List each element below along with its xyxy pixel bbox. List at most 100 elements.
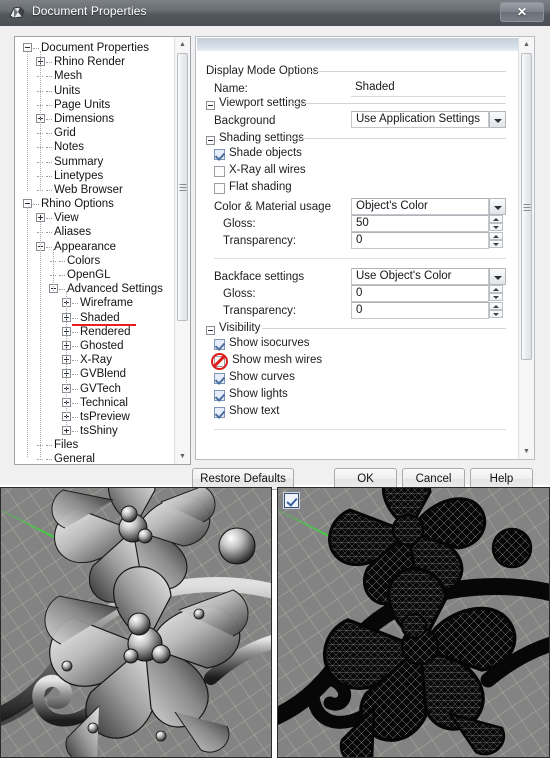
background-chevron-down-icon[interactable] [489, 111, 506, 128]
tree-item-linetypes[interactable]: Linetypes [15, 169, 175, 183]
show-lights-checkbox[interactable] [214, 390, 225, 401]
close-icon[interactable]: ✕ [500, 2, 544, 22]
tree-item-view[interactable]: View [15, 211, 175, 225]
tree-item-rhino-options[interactable]: Rhino Options [15, 197, 175, 211]
options-content: Display Mode Options Name: Shaded Viewpo… [196, 51, 519, 459]
tree-scrollbar[interactable]: ▲ ▼ [174, 37, 190, 464]
shaded-render-viewport[interactable] [0, 487, 272, 758]
tree-item-label: Rhino Options [41, 198, 114, 211]
tree-item-list: Document Properties Rhino Render Mesh Units… [15, 37, 175, 464]
flat-shading-checkbox[interactable] [214, 183, 225, 194]
tree-item-aliases[interactable]: Aliases [15, 225, 175, 239]
tree-item-label: Document Properties [41, 42, 150, 54]
tree-item-files[interactable]: Files [15, 438, 175, 452]
tree-item-colors[interactable]: Colors [15, 254, 175, 268]
backface-settings-label: Backface settings [214, 271, 305, 283]
background-combo[interactable]: Use Application Settings [351, 111, 489, 128]
tree-scroll-up-arrow[interactable]: ▲ [175, 37, 190, 52]
dialog-body: Document Properties Rhino Render Mesh Units… [0, 26, 550, 490]
mesh-wires-viewport[interactable] [277, 487, 550, 758]
viewport-settings-collapse-icon[interactable] [206, 101, 215, 110]
backface-transparency-stepper[interactable] [489, 302, 503, 319]
transparency-stepper[interactable] [489, 232, 503, 249]
backface-chevron-down-icon[interactable] [489, 268, 506, 285]
tree-item-technical[interactable]: Technical [15, 396, 175, 410]
shade-objects-label: Shade objects [229, 147, 302, 159]
tree-item-x-ray[interactable]: X-Ray [15, 353, 175, 367]
panel-top-band [197, 38, 519, 51]
color-material-chevron-down-icon[interactable] [489, 198, 506, 215]
dialog-titlebar[interactable]: Document Properties ✕ [0, 0, 550, 26]
tree-connector [72, 374, 78, 376]
tree-item-opengl[interactable]: OpenGL [15, 268, 175, 282]
gloss-label: Gloss: [223, 218, 256, 230]
tree-item-label: GVBlend [80, 368, 127, 381]
display-mode-options-panel: Display Mode Options Name: Shaded Viewpo… [195, 36, 535, 460]
tree-item-label: Linetypes [54, 169, 104, 182]
transparency-stepper-down[interactable] [489, 240, 503, 248]
options-scroll-down-arrow[interactable]: ▼ [519, 444, 534, 459]
tree-item-tspreview[interactable]: tsPreview [15, 410, 175, 424]
gloss-stepper-up[interactable] [489, 215, 503, 223]
tree-item-advanced-settings[interactable]: Advanced Settings [15, 282, 175, 296]
tree-connector-line [40, 221, 41, 457]
options-scroll-up-arrow[interactable]: ▲ [519, 37, 534, 52]
tree-connector [72, 317, 78, 319]
tree-item-tsshiny[interactable]: tsShiny [15, 424, 175, 438]
backface-transparency-input[interactable]: 0 [351, 302, 489, 319]
gloss-input[interactable]: 50 [351, 215, 489, 232]
tree-item-dimensions[interactable]: Dimensions [15, 112, 175, 126]
tree-item-rendered[interactable]: Rendered [15, 325, 175, 339]
name-input[interactable]: Shaded [351, 80, 506, 97]
gloss-stepper-down[interactable] [489, 223, 503, 231]
tree-scroll-down-arrow[interactable]: ▼ [175, 449, 190, 464]
shading-settings-collapse-icon[interactable] [206, 136, 215, 145]
transparency-input[interactable]: 0 [351, 232, 489, 249]
xray-all-wires-checkbox[interactable] [214, 166, 225, 177]
transparency-stepper-up[interactable] [489, 232, 503, 240]
document-properties-tree[interactable]: Document Properties Rhino Render Mesh Units… [14, 36, 191, 465]
show-isocurves-checkbox[interactable] [214, 339, 225, 350]
tree-item-ghosted[interactable]: Ghosted [15, 339, 175, 353]
backface-settings-combo[interactable]: Use Object's Color [351, 268, 489, 285]
backface-gloss-stepper[interactable] [489, 285, 503, 302]
backface-transparency-stepper-up[interactable] [489, 302, 503, 310]
visibility-collapse-icon[interactable] [206, 326, 215, 335]
tree-connector [72, 331, 78, 333]
shade-objects-checkbox[interactable] [214, 149, 225, 160]
tree-item-grid[interactable]: Grid [15, 126, 175, 140]
tree-scroll-thumb[interactable] [177, 53, 188, 321]
show-curves-checkbox[interactable] [214, 373, 225, 384]
tree-connector [46, 133, 52, 135]
tree-connector-line [27, 51, 28, 191]
tree-connector [33, 204, 39, 206]
backface-gloss-label: Gloss: [223, 288, 256, 300]
show-text-checkbox[interactable] [214, 407, 225, 418]
tree-item-units[interactable]: Units [15, 84, 175, 98]
tree-item-gvtech[interactable]: GVTech [15, 382, 175, 396]
screenshot-root: Document Properties ✕ Document Propertie… [0, 0, 550, 758]
tree-item-mesh[interactable]: Mesh [15, 69, 175, 83]
tree-item-general[interactable]: General [15, 452, 175, 464]
tree-item-document-properties[interactable]: Document Properties [15, 41, 175, 55]
tree-item-gvblend[interactable]: GVBlend [15, 367, 175, 381]
backface-transparency-stepper-down[interactable] [489, 310, 503, 318]
tree-item-wireframe[interactable]: Wireframe [15, 296, 175, 310]
tree-item-label: Appearance [54, 240, 117, 253]
tree-item-notes[interactable]: Notes [15, 140, 175, 154]
tree-item-web-browser[interactable]: Web Browser [15, 183, 175, 197]
tree-item-summary[interactable]: Summary [15, 155, 175, 169]
options-scrollbar[interactable]: ▲ ▼ [518, 37, 534, 459]
options-scroll-thumb[interactable] [521, 53, 532, 360]
tree-item-page-units[interactable]: Page Units [15, 98, 175, 112]
color-material-usage-combo[interactable]: Object's Color [351, 198, 489, 215]
backface-gloss-stepper-down[interactable] [489, 293, 503, 301]
gloss-stepper[interactable] [489, 215, 503, 232]
backface-gloss-stepper-up[interactable] [489, 285, 503, 293]
tree-item-label: Shaded [80, 311, 120, 324]
tree-item-rhino-render[interactable]: Rhino Render [15, 55, 175, 69]
tree-item-shaded[interactable]: Shaded [15, 311, 175, 326]
tree-item-appearance[interactable]: Appearance [15, 240, 175, 254]
backface-gloss-input[interactable]: 0 [351, 285, 489, 302]
tree-connector [46, 232, 52, 234]
